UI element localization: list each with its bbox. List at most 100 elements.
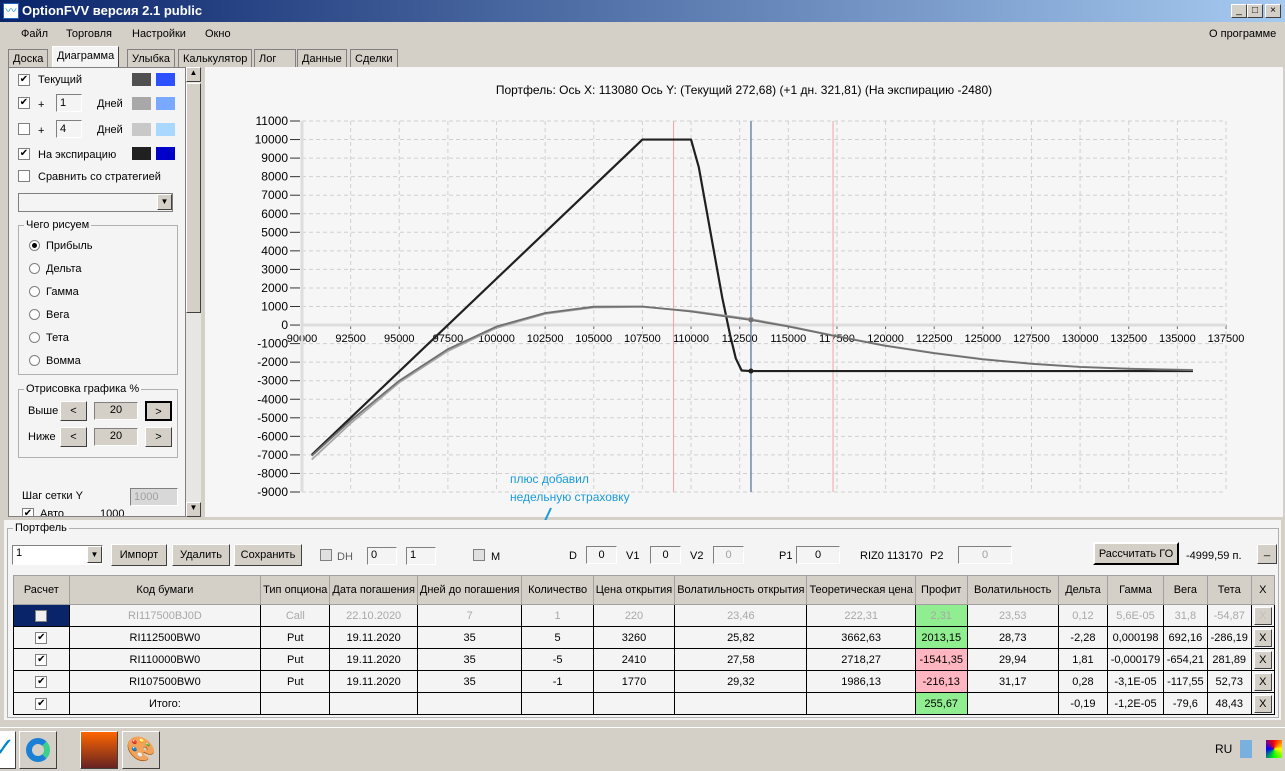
- table-cell[interactable]: 29,94: [966, 648, 1059, 671]
- table-cell[interactable]: 23,46: [674, 604, 808, 627]
- table-cell[interactable]: 19.11.2020: [329, 648, 418, 671]
- table-cell[interactable]: 0,28: [1057, 670, 1109, 693]
- calc-checkbox[interactable]: ✔: [35, 653, 48, 666]
- column-header[interactable]: Расчет: [13, 575, 70, 605]
- table-cell[interactable]: 29,32: [674, 670, 808, 693]
- table-cell[interactable]: 1: [521, 604, 594, 627]
- compare-strategy-checkbox[interactable]: [18, 170, 30, 182]
- calc-cell[interactable]: ✔: [13, 692, 70, 715]
- table-cell[interactable]: -216,13: [914, 670, 968, 693]
- table-cell[interactable]: RI107500BW0: [68, 670, 262, 693]
- table-cell[interactable]: [592, 692, 676, 715]
- table-row[interactable]: ✔ RI112500BW0 Put 19.11.2020 35 5 3260 25,82 366…: [13, 626, 1276, 649]
- delete-row-button[interactable]: X: [1253, 606, 1272, 625]
- language-indicator[interactable]: RU: [1215, 742, 1232, 756]
- delete-row-button[interactable]: X: [1253, 694, 1272, 713]
- column-header[interactable]: Тета: [1206, 575, 1252, 605]
- scroll-up-icon[interactable]: ▲: [186, 67, 201, 82]
- delete-row-button[interactable]: X: [1253, 672, 1272, 691]
- plus2-color-swatch[interactable]: [132, 123, 151, 136]
- calc-checkbox[interactable]: ✔: [35, 675, 48, 688]
- calc-checkbox[interactable]: [35, 609, 48, 622]
- column-header[interactable]: Количество: [521, 575, 594, 605]
- table-cell[interactable]: -286,19: [1206, 626, 1252, 649]
- auto-checkbox[interactable]: ✔: [22, 508, 34, 516]
- network-tray-icon[interactable]: [1240, 740, 1252, 758]
- expiration-checkbox[interactable]: ✔: [18, 148, 30, 160]
- column-header[interactable]: Гамма: [1107, 575, 1164, 605]
- table-cell[interactable]: 7: [416, 604, 523, 627]
- tab-log[interactable]: Лог: [254, 49, 296, 67]
- strategy-select[interactable]: ▼: [18, 193, 173, 212]
- plus2-alt-color-swatch[interactable]: [156, 123, 175, 136]
- calc-cell[interactable]: [13, 604, 70, 627]
- table-cell[interactable]: Call: [260, 604, 331, 627]
- table-cell[interactable]: 5,6E-05: [1107, 604, 1164, 627]
- plus1-alt-color-swatch[interactable]: [156, 97, 175, 110]
- calculate-margin-button[interactable]: Рассчитать ГО: [1093, 542, 1179, 565]
- calc-cell[interactable]: ✔: [13, 648, 70, 671]
- table-cell[interactable]: 5: [521, 626, 594, 649]
- table-cell[interactable]: 1770: [592, 670, 676, 693]
- radio-1[interactable]: [29, 263, 40, 274]
- table-cell[interactable]: Put: [260, 626, 331, 649]
- chevron-down-icon[interactable]: ▼: [87, 546, 102, 563]
- expiration-alt-color-swatch[interactable]: [156, 147, 175, 160]
- table-cell[interactable]: -3,1E-05: [1107, 670, 1164, 693]
- payoff-chart[interactable]: Портфель: Ось X: 113080 Ось Y: (Текущий …: [205, 67, 1283, 517]
- scroll-thumb[interactable]: [186, 83, 201, 313]
- radio-0[interactable]: [29, 240, 40, 251]
- import-button[interactable]: Импорт: [111, 544, 167, 566]
- table-cell[interactable]: 19.11.2020: [329, 670, 418, 693]
- column-header[interactable]: Дней до погашения: [416, 575, 523, 605]
- column-header[interactable]: Волатильность: [966, 575, 1059, 605]
- table-cell[interactable]: -79,6: [1162, 692, 1208, 715]
- minimize-window-button[interactable]: _: [1231, 4, 1247, 18]
- table-cell[interactable]: 19.11.2020: [329, 626, 418, 649]
- table-cell[interactable]: 22.10.2020: [329, 604, 418, 627]
- menu-window[interactable]: Окно: [205, 28, 231, 40]
- column-header[interactable]: X: [1250, 575, 1276, 605]
- table-cell[interactable]: 2013,15: [914, 626, 968, 649]
- table-cell[interactable]: 1,81: [1057, 648, 1109, 671]
- chevron-down-icon[interactable]: ▼: [157, 194, 172, 210]
- d-input[interactable]: [586, 546, 617, 564]
- table-row[interactable]: ✔ RI110000BW0 Put 19.11.2020 35 -5 2410 27,58 27…: [13, 648, 1276, 671]
- current-color-swatch[interactable]: [132, 73, 151, 86]
- collapse-button[interactable]: _: [1257, 544, 1277, 564]
- app-tray-icon[interactable]: [1266, 740, 1282, 758]
- table-cell[interactable]: -2,28: [1057, 626, 1109, 649]
- radio-2[interactable]: [29, 286, 40, 297]
- table-cell[interactable]: -117,55: [1162, 670, 1208, 693]
- edge-taskbar-icon[interactable]: [19, 731, 57, 769]
- calc-checkbox[interactable]: ✔: [35, 697, 48, 710]
- dh-spinner-1[interactable]: 0: [367, 547, 397, 565]
- tab-board[interactable]: Доска: [8, 49, 49, 67]
- table-cell[interactable]: [521, 692, 594, 715]
- dh-checkbox[interactable]: [320, 549, 332, 561]
- v2-input[interactable]: [713, 546, 744, 564]
- dh-spinner-2[interactable]: 1: [406, 547, 436, 565]
- table-cell[interactable]: 25,82: [674, 626, 808, 649]
- table-cell[interactable]: 0,12: [1057, 604, 1109, 627]
- menu-settings[interactable]: Настройки: [132, 28, 186, 40]
- column-header[interactable]: Дата погашения: [329, 575, 418, 605]
- table-cell[interactable]: Put: [260, 648, 331, 671]
- table-cell[interactable]: 27,58: [674, 648, 808, 671]
- maximize-window-button[interactable]: □: [1247, 4, 1263, 18]
- table-cell[interactable]: 2718,27: [806, 648, 916, 671]
- table-cell[interactable]: 2,31: [914, 604, 968, 627]
- table-cell[interactable]: -0,19: [1057, 692, 1109, 715]
- column-header[interactable]: Цена открытия: [592, 575, 676, 605]
- table-cell[interactable]: 692,16: [1162, 626, 1208, 649]
- portfolio-select[interactable]: 1 ▼: [12, 545, 103, 565]
- radio-4[interactable]: [29, 332, 40, 343]
- table-cell[interactable]: 3260: [592, 626, 676, 649]
- p2-input[interactable]: [958, 546, 1012, 564]
- scroll-down-icon[interactable]: ▼: [186, 502, 201, 517]
- table-cell[interactable]: -54,87: [1206, 604, 1252, 627]
- table-cell[interactable]: 0,000198: [1107, 626, 1164, 649]
- optionfvv-taskbar-icon[interactable]: ✓: [0, 731, 16, 769]
- table-cell[interactable]: 35: [416, 626, 523, 649]
- delete-button[interactable]: Удалить: [172, 544, 230, 566]
